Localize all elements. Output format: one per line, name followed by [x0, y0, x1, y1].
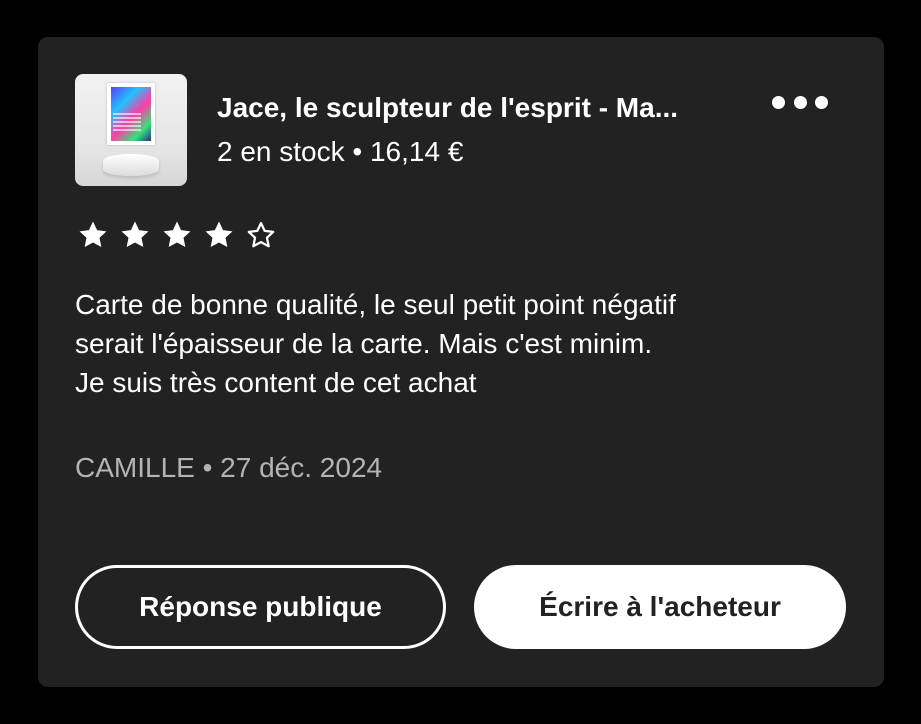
product-thumbnail[interactable]: [75, 74, 187, 186]
review-line: serait l'épaisseur de la carte. Mais c'e…: [75, 328, 653, 359]
card-frame-image: [107, 83, 155, 145]
star-rating: [75, 218, 279, 252]
review-line: Je suis très content de cet achat: [75, 367, 477, 398]
review-card: Jace, le sculpteur de l'esprit - Ma... 2…: [38, 37, 884, 687]
star-filled-icon: [117, 218, 153, 252]
review-text: Carte de bonne qualité, le seul petit po…: [75, 285, 855, 402]
more-options-icon[interactable]: [772, 91, 828, 113]
product-title[interactable]: Jace, le sculpteur de l'esprit - Ma...: [217, 92, 737, 124]
review-line: Carte de bonne qualité, le seul petit po…: [75, 289, 676, 320]
pedestal-image: [103, 154, 159, 176]
public-reply-button[interactable]: Réponse publique: [75, 565, 446, 649]
star-filled-icon: [75, 218, 111, 252]
product-stock-price: 2 en stock • 16,14 €: [217, 136, 464, 167]
star-filled-icon: [201, 218, 237, 252]
star-filled-icon: [159, 218, 195, 252]
review-author-date: CAMILLE • 27 déc. 2024: [75, 452, 383, 483]
write-to-buyer-button[interactable]: Écrire à l'acheteur: [474, 565, 846, 649]
star-outline-icon: [243, 218, 279, 252]
